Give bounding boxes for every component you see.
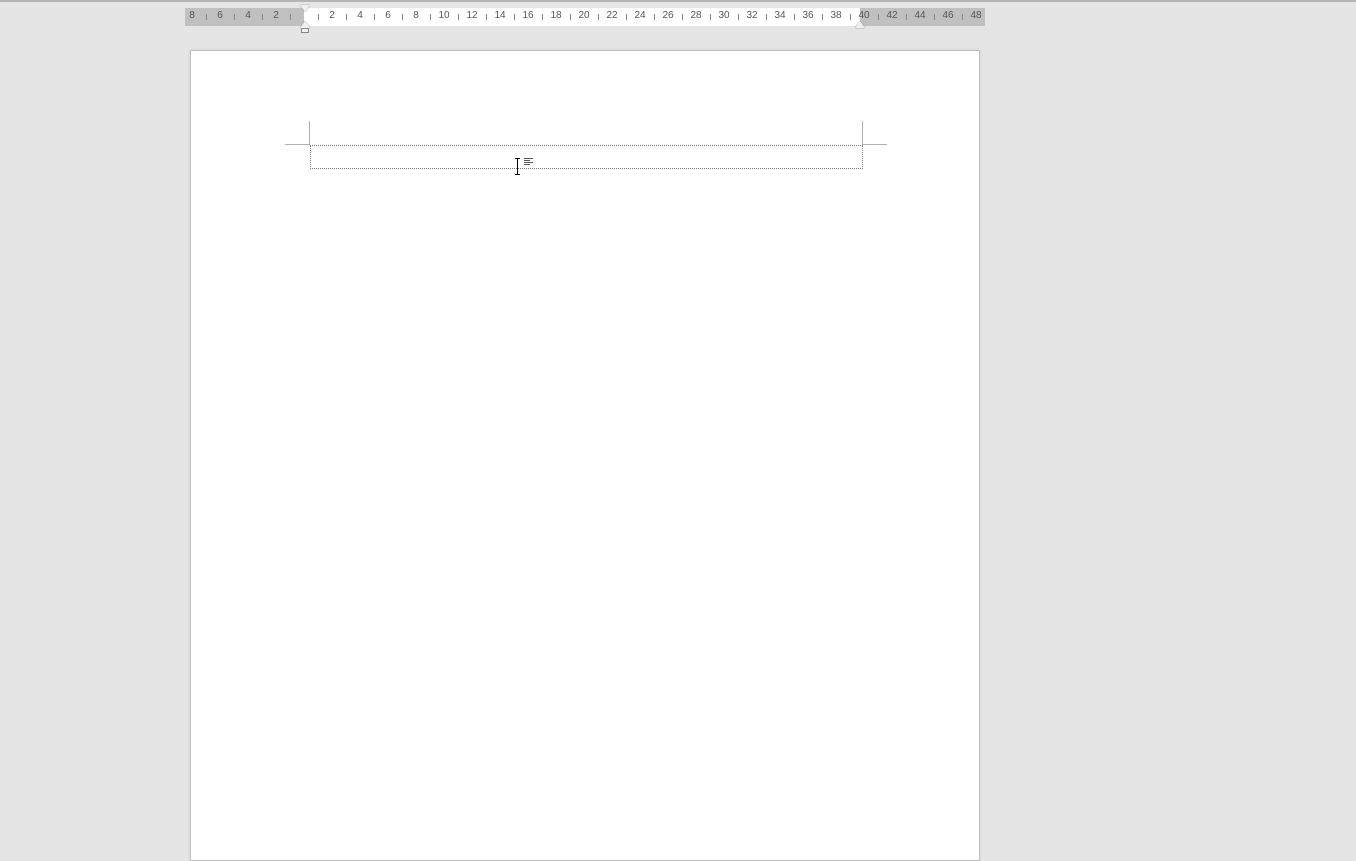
ruler-tick-label: 42 [886,10,897,21]
ruler-minor-tick [346,14,347,20]
ruler-tick-label: 22 [606,10,617,21]
ruler-minor-tick [878,14,879,20]
ruler-minor-tick [766,14,767,20]
ruler-minor-tick [822,14,823,20]
ruler-tick-label: 44 [914,10,925,21]
ruler-minor-tick [626,14,627,20]
ruler-minor-tick [262,14,263,20]
crop-mark-tr-horizontal [863,144,887,145]
ruler-tick-label: 24 [634,10,645,21]
ruler-minor-tick [934,14,935,20]
ruler-tick-label: 46 [942,10,953,21]
ruler-minor-tick [738,14,739,20]
text-cursor-icon [517,159,518,174]
ruler-tick-label: 18 [550,10,561,21]
ruler-tick-label: 6 [217,10,223,21]
ruler-minor-tick [318,14,319,20]
ruler-tick-label: 4 [357,10,363,21]
ruler-tick-label: 32 [746,10,757,21]
ruler-tick-label: 14 [494,10,505,21]
ruler-tick-label: 2 [273,10,279,21]
ruler-minor-tick [542,14,543,20]
ruler-tick-label: 8 [189,10,195,21]
ruler-minor-tick [430,14,431,20]
ruler-tick-label: 12 [466,10,477,21]
ruler-tick-label: 30 [718,10,729,21]
ruler-minor-tick [682,14,683,20]
ruler-minor-tick [794,14,795,20]
ruler-tick-label: 28 [690,10,701,21]
ruler-minor-tick [598,14,599,20]
ruler-tick-label: 36 [802,10,813,21]
ruler-minor-tick [654,14,655,20]
crop-mark-tl-horizontal [285,144,309,145]
ruler-minor-tick [514,14,515,20]
first-line-indent-marker[interactable] [300,5,310,12]
ruler-tick-label: 4 [245,10,251,21]
ruler-minor-tick [962,14,963,20]
ruler-minor-tick [570,14,571,20]
ruler-tick-label: 8 [413,10,419,21]
left-indent-marker[interactable] [301,28,309,33]
ruler-minor-tick [374,14,375,20]
crop-mark-tl-vertical [309,121,310,145]
ruler-minor-tick [906,14,907,20]
ruler-tick-label: 10 [438,10,449,21]
right-indent-marker[interactable] [855,21,865,28]
ruler-tick-label: 6 [385,10,391,21]
ruler-tick-label: 26 [662,10,673,21]
document-page[interactable] [190,50,980,861]
page-header-area[interactable] [310,145,863,169]
ruler-tick-label: 40 [858,10,869,21]
ruler-minor-tick [234,14,235,20]
ruler-minor-tick [206,14,207,20]
ruler-tick-label: 2 [329,10,335,21]
ruler-minor-tick [486,14,487,20]
ruler-tick-label: 48 [970,10,981,21]
ruler-minor-tick [402,14,403,20]
ruler-tick-label: 16 [522,10,533,21]
ruler-minor-tick [290,14,291,20]
ruler-minor-tick [850,14,851,20]
crop-mark-tr-vertical [862,121,863,145]
ruler-tick-label: 20 [578,10,589,21]
ruler-tick-label: 34 [774,10,785,21]
ruler-minor-tick [710,14,711,20]
ruler-minor-tick [458,14,459,20]
hanging-indent-marker[interactable] [300,21,310,28]
ruler-tick-label: 38 [830,10,841,21]
align-left-icon [524,158,533,166]
horizontal-ruler-container: 8642246810121416182022242628303234363840… [0,2,1356,34]
